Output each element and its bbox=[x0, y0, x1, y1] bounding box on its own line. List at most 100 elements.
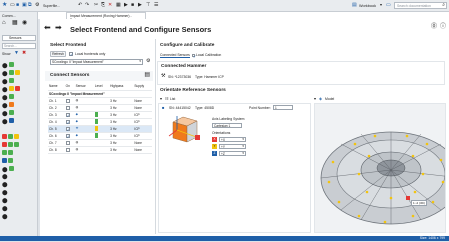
save-icon[interactable]: ■ bbox=[16, 3, 19, 8]
table-row[interactable]: Ch. 3 ◆ 3 Hz ICP bbox=[48, 111, 152, 119]
cut-icon[interactable]: ✂ bbox=[94, 3, 98, 8]
hammer-icon[interactable]: ⚒ bbox=[76, 127, 79, 130]
highpass-cell[interactable]: 3 Hz bbox=[109, 118, 134, 126]
info-icon[interactable]: ⓘ bbox=[440, 24, 446, 30]
supply-cell[interactable]: None bbox=[133, 104, 152, 112]
list-item[interactable]: ⬤ bbox=[2, 70, 36, 77]
undo-icon[interactable]: ↶ bbox=[78, 3, 82, 8]
open-icon[interactable]: ▣ bbox=[22, 3, 27, 8]
highpass-cell[interactable]: 3 Hz bbox=[109, 125, 134, 133]
list-item[interactable]: ⬤ bbox=[2, 190, 36, 197]
measure-icon[interactable]: ⊤ bbox=[146, 3, 150, 8]
table-row[interactable]: Ch. 5 ⚒ 3 Hz ICP bbox=[48, 125, 152, 133]
supply-cell[interactable]: None bbox=[133, 146, 152, 154]
highpass-cell[interactable]: 3 Hz bbox=[109, 104, 134, 112]
table-row[interactable]: Ch. 4 ◆ 3 Hz ICP bbox=[48, 118, 152, 126]
point-number-input[interactable]: 1 bbox=[273, 105, 293, 110]
column-header[interactable]: On bbox=[64, 83, 75, 91]
sidebar-home-icon[interactable]: ⌂ bbox=[2, 20, 6, 26]
accelerometer-icon[interactable]: ◆ bbox=[76, 120, 78, 123]
list-item[interactable]: ⬤ bbox=[2, 214, 36, 221]
orientation-x-select[interactable]: +X ▾ bbox=[219, 137, 246, 142]
refresh-button[interactable]: Refresh bbox=[50, 51, 66, 57]
list-item[interactable]: ⬤ bbox=[2, 198, 36, 205]
help-icon[interactable]: ⓪ bbox=[431, 24, 437, 30]
channel-on-checkbox[interactable] bbox=[65, 98, 70, 103]
list-item[interactable]: ⬤ bbox=[2, 166, 36, 173]
paste-icon[interactable]: ⎘ bbox=[101, 3, 105, 8]
sensor-type-icon[interactable]: ◍ bbox=[76, 106, 79, 109]
table-row[interactable]: Ch. 7 ◍ 3 Hz None bbox=[48, 139, 152, 147]
sidebar-sensors-tab[interactable]: Sensors bbox=[2, 35, 36, 41]
highpass-cell[interactable]: 3 Hz bbox=[109, 146, 134, 154]
frontend-settings-icon[interactable]: ⚙ bbox=[146, 59, 150, 64]
list-item[interactable]: ⬤ bbox=[2, 78, 36, 85]
highpass-cell[interactable]: 3 Hz bbox=[109, 97, 134, 105]
channel-on-checkbox[interactable] bbox=[65, 119, 70, 124]
list-item[interactable] bbox=[2, 150, 36, 157]
copy-icon[interactable]: ⧉ bbox=[28, 3, 32, 8]
column-header[interactable]: Supply bbox=[133, 83, 152, 91]
list-item[interactable]: ⬤ bbox=[2, 118, 36, 125]
sidebar-table-icon[interactable]: ▦ bbox=[12, 20, 18, 26]
highpass-cell[interactable]: 3 Hz bbox=[109, 132, 134, 140]
list-label[interactable]: List bbox=[170, 97, 175, 101]
channel-on-checkbox[interactable] bbox=[65, 112, 70, 117]
new-file-icon[interactable]: ▭ bbox=[10, 3, 15, 8]
column-header[interactable]: Highpass bbox=[109, 83, 134, 91]
channel-on-checkbox[interactable] bbox=[65, 147, 70, 152]
layout-icon[interactable]: ☰ bbox=[154, 3, 158, 8]
list-collapse-icon[interactable]: ▾ bbox=[160, 97, 162, 101]
sidebar-search-input[interactable]: Search... bbox=[2, 43, 36, 49]
workbook-label[interactable]: Workbook bbox=[359, 4, 376, 8]
table-row[interactable]: Ch. 6 ◆ 3 Hz ICP bbox=[48, 132, 152, 140]
orientation-z-select[interactable]: +Z ▾ bbox=[219, 151, 246, 156]
list-item[interactable]: ⬤ bbox=[2, 174, 36, 181]
list-item[interactable] bbox=[2, 134, 36, 141]
sensor-type-icon[interactable]: ◍ bbox=[76, 148, 79, 151]
list-item[interactable]: ⬤ bbox=[2, 86, 36, 93]
list-item[interactable]: ⬤ bbox=[2, 182, 36, 189]
channel-on-checkbox[interactable] bbox=[65, 105, 70, 110]
channel-on-checkbox[interactable] bbox=[65, 133, 70, 138]
column-header[interactable]: Name bbox=[48, 83, 65, 91]
table-group-row[interactable]: SCxxxlingo II "Impact Measurement" bbox=[48, 90, 152, 98]
play-icon[interactable]: ▶ bbox=[124, 3, 128, 8]
list-item[interactable]: ⬤ bbox=[2, 102, 36, 109]
table-row[interactable]: Ch. 8 ◍ 3 Hz None bbox=[48, 146, 152, 154]
supply-cell[interactable]: ICP bbox=[133, 111, 152, 119]
filter-icon[interactable]: ▼ bbox=[14, 51, 19, 56]
toolbar-superfile[interactable]: Superfile... bbox=[43, 4, 60, 8]
tab-local-calibration[interactable]: Local Calibration bbox=[192, 53, 221, 57]
channel-on-checkbox[interactable] bbox=[65, 140, 70, 145]
supply-cell[interactable]: None bbox=[133, 139, 152, 147]
supply-cell[interactable]: None bbox=[133, 97, 152, 105]
delete-sensor-icon[interactable]: ✖ bbox=[22, 51, 26, 56]
orientation-y-select[interactable]: +Y ▾ bbox=[219, 144, 246, 149]
model-viewport[interactable]: 1:-2 (3D) bbox=[314, 103, 446, 233]
forward-arrow-icon[interactable]: ➡ bbox=[55, 24, 62, 32]
settings-icon[interactable]: ⚙ bbox=[35, 3, 39, 8]
search-documentation-input[interactable]: Search documentation ⌕ bbox=[394, 2, 447, 9]
back-arrow-icon[interactable]: ⬅ bbox=[44, 24, 51, 32]
axis-labeling-select[interactable]: Cartesian 1 bbox=[212, 123, 242, 128]
column-header[interactable]: Sensor bbox=[74, 83, 94, 91]
sensor-type-icon[interactable]: ◍ bbox=[76, 99, 79, 102]
supply-cell[interactable]: ICP bbox=[133, 132, 152, 140]
model-collapse-icon[interactable]: ▾ bbox=[314, 97, 316, 101]
redo-icon[interactable]: ↷ bbox=[85, 3, 89, 8]
highpass-cell[interactable]: 3 Hz bbox=[109, 139, 134, 147]
list-item[interactable]: ⬤ bbox=[2, 62, 36, 69]
delete-icon[interactable]: ✕ bbox=[108, 3, 112, 8]
table-row[interactable]: Ch. 2 ◍ 3 Hz None bbox=[48, 104, 152, 112]
sidebar-sensor-icon[interactable]: ◉ bbox=[22, 20, 27, 26]
commands-label[interactable]: Comm... bbox=[2, 14, 16, 18]
supply-cell[interactable]: ICP bbox=[133, 118, 152, 126]
highpass-cell[interactable]: 3 Hz bbox=[109, 111, 134, 119]
accelerometer-icon[interactable]: ◆ bbox=[76, 113, 78, 116]
accelerometer-icon[interactable]: ◆ bbox=[76, 134, 78, 137]
sensor-type-icon[interactable]: ◍ bbox=[76, 141, 79, 144]
window-icon[interactable]: ▭ bbox=[386, 3, 391, 8]
channel-on-checkbox[interactable] bbox=[65, 126, 70, 131]
list-item[interactable]: ⬤ bbox=[2, 94, 36, 101]
